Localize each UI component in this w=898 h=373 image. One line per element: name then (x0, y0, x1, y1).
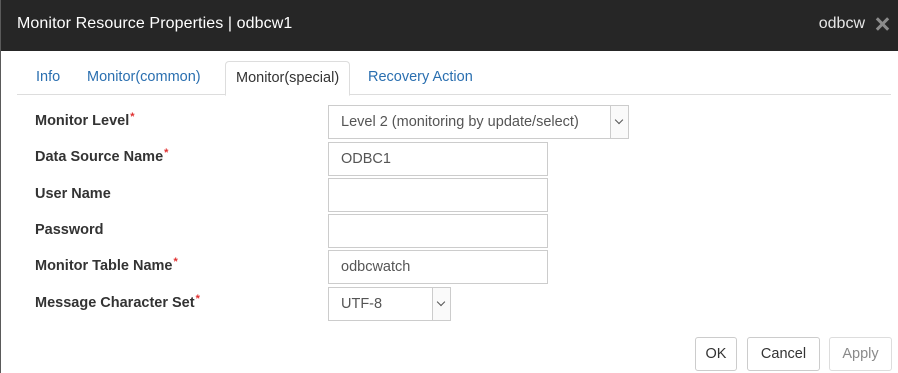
title-bar: Monitor Resource Properties | odbcw1 odb… (1, 0, 898, 51)
monitor-level-label-text: Monitor Level (35, 113, 130, 129)
user-name-label: User Name (35, 186, 111, 202)
tab-monitor-special[interactable]: Monitor(special) (225, 61, 351, 96)
resource-type-label: odbcw (818, 15, 865, 32)
monitor-table-name-label: Monitor Table Name* (35, 256, 178, 274)
message-character-set-value: UTF-8 (341, 296, 383, 312)
message-character-set-label-text: Message Character Set (35, 295, 195, 311)
data-source-name-field[interactable]: ODBC1 (328, 142, 548, 176)
tab-recovery-action[interactable]: Recovery Action (358, 61, 483, 95)
password-field[interactable] (328, 214, 548, 248)
tab-bar: Info Monitor(common) Monitor(special) Re… (17, 61, 891, 96)
data-source-name-label: Data Source Name* (35, 147, 169, 165)
tab-monitor-common[interactable]: Monitor(common) (77, 61, 211, 95)
close-icon[interactable] (875, 17, 889, 31)
title-bar-right: odbcw (819, 15, 889, 33)
monitor-level-select[interactable]: Level 2 (monitoring by update/select) (328, 105, 629, 139)
data-source-name-label-text: Data Source Name (35, 149, 164, 165)
apply-button[interactable]: Apply (829, 337, 892, 371)
user-name-field[interactable] (328, 178, 548, 212)
required-mark: * (173, 256, 178, 268)
required-mark: * (130, 111, 135, 123)
tab-info[interactable]: Info (26, 61, 70, 95)
chevron-down-icon[interactable] (610, 106, 628, 138)
message-character-set-label: Message Character Set* (35, 293, 200, 311)
monitor-table-name-field[interactable]: odbcwatch (328, 250, 548, 284)
ok-button[interactable]: OK (695, 337, 737, 371)
required-mark: * (164, 147, 169, 159)
required-mark: * (195, 293, 200, 305)
dialog-title: Monitor Resource Properties | odbcw1 (17, 15, 293, 32)
monitor-level-value: Level 2 (monitoring by update/select) (341, 114, 579, 130)
properties-dialog: Monitor Resource Properties | odbcw1 odb… (0, 0, 898, 373)
monitor-level-label: Monitor Level* (35, 111, 135, 129)
chevron-down-icon[interactable] (432, 288, 450, 320)
monitor-table-name-label-text: Monitor Table Name (35, 258, 173, 274)
message-character-set-select[interactable]: UTF-8 (328, 287, 451, 321)
password-label: Password (35, 222, 104, 238)
cancel-button[interactable]: Cancel (747, 337, 820, 371)
